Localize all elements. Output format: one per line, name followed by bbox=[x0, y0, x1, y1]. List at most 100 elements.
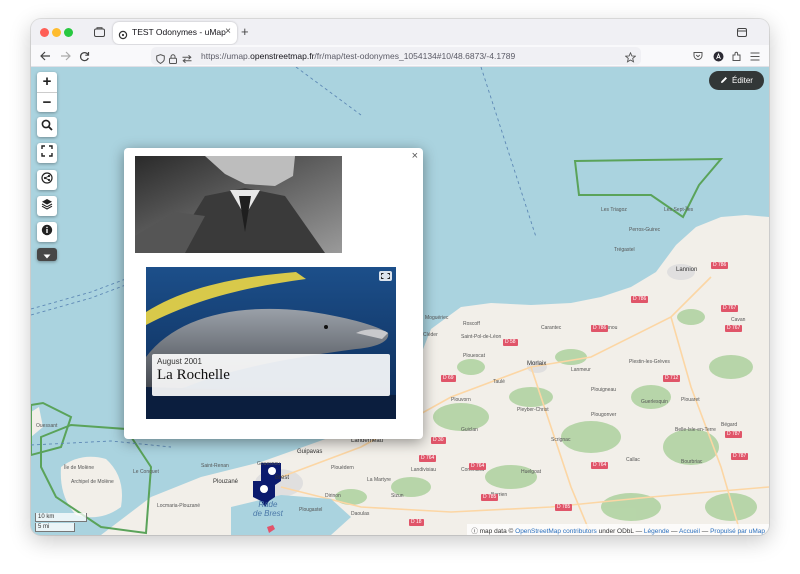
expand-icon[interactable] bbox=[379, 271, 392, 281]
map-label-plouvorn: Plouvorn bbox=[451, 397, 471, 403]
slide-caption: August 2001 La Rochelle bbox=[152, 354, 390, 396]
url-text[interactable]: https://umap.openstreetmap.fr/fr/map/tes… bbox=[201, 51, 515, 61]
attribution-bar: ⓘ map data © OpenStreetMap contributors … bbox=[467, 524, 769, 535]
attribution-prefix: map data © bbox=[479, 528, 514, 535]
map-label-lannion: Lannion bbox=[676, 267, 698, 273]
slide-date: August 2001 bbox=[157, 357, 202, 366]
map-label-lanmeur: Lanmeur bbox=[571, 367, 591, 373]
slide-place: La Rochelle bbox=[157, 367, 230, 383]
minimize-window-button[interactable] bbox=[52, 28, 61, 37]
search-icon bbox=[41, 118, 53, 136]
road-label: D 767 bbox=[725, 325, 743, 332]
road-label: D 69 bbox=[441, 375, 456, 382]
list-all-tabs-icon[interactable] bbox=[734, 24, 750, 40]
umap-favicon-icon bbox=[118, 27, 128, 45]
road-label: D 764 bbox=[469, 463, 487, 470]
share-button[interactable] bbox=[37, 170, 57, 190]
map-label-locmaria: Locmaria-Plouzané bbox=[157, 503, 201, 509]
url-domain: openstreetmap.fr bbox=[250, 51, 315, 61]
url-prefix: https://umap. bbox=[201, 51, 251, 61]
map-label-plougonver: Plougonver bbox=[591, 412, 617, 418]
info-small-icon[interactable]: ⓘ bbox=[471, 528, 478, 535]
url-path: /fr/map/test-odonymes_1054134#10/48.6873… bbox=[314, 51, 516, 61]
attribution-license: under ODbL — bbox=[598, 528, 643, 535]
fullscreen-icon bbox=[41, 144, 53, 162]
road-label: D 786 bbox=[631, 296, 649, 303]
road-label: D 18 bbox=[409, 519, 424, 526]
tab-close-button[interactable]: × bbox=[225, 26, 231, 37]
new-tab-button[interactable]: + bbox=[241, 24, 249, 39]
map-label-taule: Taulé bbox=[493, 379, 505, 385]
map-label-belle: Belle-Isle-en-Terre bbox=[675, 427, 716, 433]
map-label-guiclan: Guiclan bbox=[461, 427, 478, 433]
account-icon[interactable] bbox=[710, 48, 726, 64]
road-label: D 764 bbox=[591, 462, 609, 469]
zoom-control: + − bbox=[37, 72, 57, 112]
close-window-button[interactable] bbox=[40, 28, 49, 37]
home-link[interactable]: Accueil bbox=[679, 528, 700, 535]
extensions-icon[interactable] bbox=[728, 48, 744, 64]
forward-icon[interactable] bbox=[57, 48, 73, 64]
info-button[interactable] bbox=[37, 222, 57, 242]
layers-button[interactable] bbox=[37, 196, 57, 216]
more-controls-button[interactable] bbox=[37, 248, 57, 261]
road-label: D 767 bbox=[721, 305, 739, 312]
umap-link[interactable]: Propulsé par uMap bbox=[710, 528, 765, 535]
back-icon[interactable] bbox=[37, 48, 53, 64]
map-label-pleyber: Pleyber-Christ bbox=[517, 407, 549, 413]
map-label-morlaix: Morlaix bbox=[527, 361, 547, 367]
map-label-moguer: Moguériec bbox=[425, 315, 449, 321]
fullscreen-button[interactable] bbox=[37, 143, 57, 163]
share-icon bbox=[41, 171, 53, 189]
popup-close-button[interactable]: × bbox=[412, 150, 418, 162]
road-label: D 712 bbox=[663, 375, 681, 382]
road-label: D 787 bbox=[725, 431, 743, 438]
reload-icon[interactable] bbox=[76, 48, 92, 64]
bookmark-star-icon[interactable] bbox=[624, 50, 637, 68]
map-label-perros: Perros-Guirec bbox=[629, 227, 661, 233]
tab-umap[interactable]: TEST Odonymes - uMap × bbox=[113, 22, 237, 44]
pocket-icon[interactable] bbox=[690, 48, 706, 64]
map-label-plestin: Plestin-les-Grèves bbox=[629, 359, 670, 365]
maximize-window-button[interactable] bbox=[64, 28, 73, 37]
map-label-lamartyre: La Martyre bbox=[367, 477, 391, 483]
map-label-plouzane: Plouzané bbox=[213, 479, 239, 485]
map-label-cleder: Cléder bbox=[423, 332, 438, 338]
scale-km: 10 km bbox=[35, 513, 87, 522]
pencil-icon bbox=[720, 76, 728, 86]
tab-overview-icon[interactable] bbox=[91, 24, 107, 40]
navigation-bar: https://umap.openstreetmap.fr/fr/map/tes… bbox=[31, 45, 769, 67]
map-label-lesboeufs: Les Triagoz bbox=[601, 207, 627, 213]
layers-icon bbox=[41, 197, 53, 215]
edit-map-button[interactable]: Éditer bbox=[709, 71, 764, 90]
zoom-out-button[interactable]: − bbox=[37, 92, 57, 112]
menu-icon[interactable] bbox=[747, 48, 763, 64]
map-label-ouessant: Ouessant bbox=[36, 423, 58, 429]
map-label-lemconquet: Le Conquet bbox=[133, 469, 159, 475]
slideshow[interactable]: August 2001 La Rochelle bbox=[146, 267, 396, 419]
url-bar[interactable]: https://umap.openstreetmap.fr/fr/map/tes… bbox=[151, 47, 641, 65]
map-label-dirinon: Dirinon bbox=[325, 493, 341, 499]
map-label-daoulas: Daoulas bbox=[351, 511, 370, 517]
map-container[interactable]: Les Triagoz Les Sept-Îles Lannion Morlai… bbox=[31, 67, 769, 535]
map-label-plouescat: Plouescat bbox=[463, 353, 485, 359]
attribution-sep-1: — bbox=[671, 528, 678, 535]
scale-mi: 5 mi bbox=[35, 523, 75, 532]
road-label: D 785 bbox=[555, 504, 573, 511]
legend-link[interactable]: Légende bbox=[644, 528, 669, 535]
dolphin-photo bbox=[146, 267, 396, 419]
osm-link[interactable]: OpenStreetMap contributors bbox=[515, 528, 597, 535]
map-label-archipel: Archipel de Molène bbox=[71, 479, 114, 485]
map-label-brest: Brest bbox=[275, 475, 290, 481]
tab-title: TEST Odonymes - uMap bbox=[132, 27, 226, 37]
map-label-rade: Rade de Brest bbox=[253, 500, 283, 518]
map-label-begard: Bégard bbox=[721, 422, 738, 428]
map-label-roscoff: Roscoff bbox=[463, 321, 480, 327]
map-label-scrignac: Scrignac bbox=[551, 437, 571, 443]
map-label-plouaret: Plouaret bbox=[681, 397, 700, 403]
search-button[interactable] bbox=[37, 117, 57, 137]
zoom-in-button[interactable]: + bbox=[37, 72, 57, 92]
map-label-plouigneau: Plouigneau bbox=[591, 387, 617, 393]
map-label-bourbriac: Bourbriac bbox=[681, 459, 703, 465]
map-label-callac: Callac bbox=[626, 457, 640, 463]
